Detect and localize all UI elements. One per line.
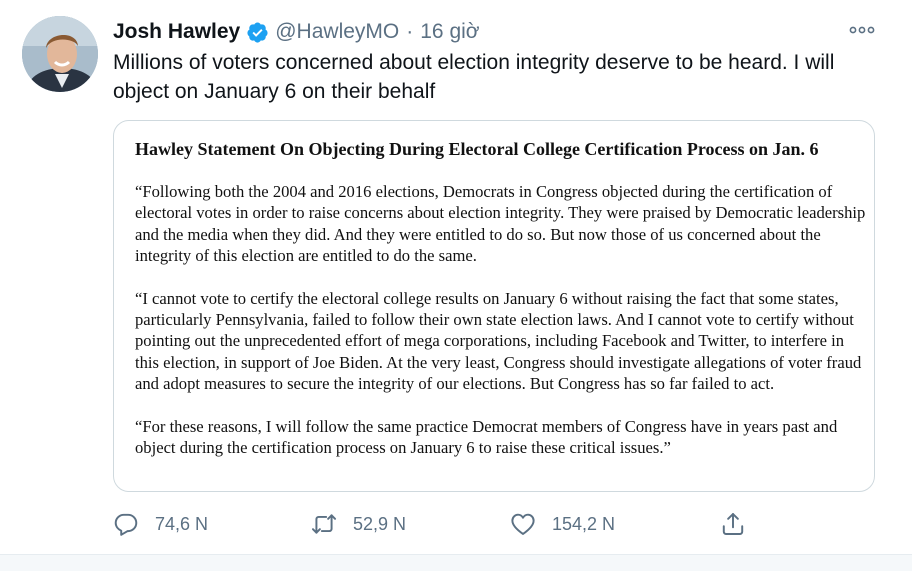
reply-icon — [113, 511, 139, 537]
action-bar: 74,6 N 52,9 N 154,2 N — [113, 506, 753, 542]
timestamp[interactable]: 16 giờ — [420, 20, 479, 44]
avatar-image — [22, 16, 98, 92]
share-icon — [720, 511, 746, 537]
retweet-button[interactable]: 52,9 N — [311, 506, 406, 542]
more-options-icon[interactable] — [846, 16, 878, 44]
author-handle[interactable]: @HawleyMO — [275, 20, 399, 44]
share-button[interactable] — [720, 506, 746, 542]
retweet-icon — [311, 511, 337, 537]
tweet-text: Millions of voters concerned about elect… — [113, 51, 835, 103]
statement-paragraph: “Following both the 2004 and 2016 electi… — [135, 182, 866, 266]
reply-count: 74,6 N — [155, 513, 209, 534]
display-name[interactable]: Josh Hawley — [113, 20, 240, 44]
retweet-count: 52,9 N — [353, 513, 407, 534]
verified-badge-icon — [246, 21, 269, 44]
statement-document: Hawley Statement On Objecting During Ele… — [135, 135, 870, 479]
tweet[interactable]: Josh Hawley @HawleyMO · 16 giờ Millions … — [0, 0, 912, 571]
attached-image[interactable]: Hawley Statement On Objecting During Ele… — [113, 120, 875, 492]
statement-paragraph: “I cannot vote to certify the electoral … — [135, 288, 862, 394]
heart-icon — [510, 511, 536, 537]
like-button[interactable]: 154,2 N — [510, 506, 615, 542]
tweet-header: Josh Hawley @HawleyMO · 16 giờ — [113, 16, 480, 48]
statement-title: Hawley Statement On Objecting During Ele… — [135, 139, 819, 159]
like-count: 154,2 N — [552, 513, 616, 534]
separator-dot: · — [406, 20, 414, 43]
statement-paragraph: “For these reasons, I will follow the sa… — [135, 416, 838, 458]
tweet-divider — [0, 554, 912, 571]
avatar[interactable] — [22, 16, 98, 92]
reply-button[interactable]: 74,6 N — [113, 506, 208, 542]
